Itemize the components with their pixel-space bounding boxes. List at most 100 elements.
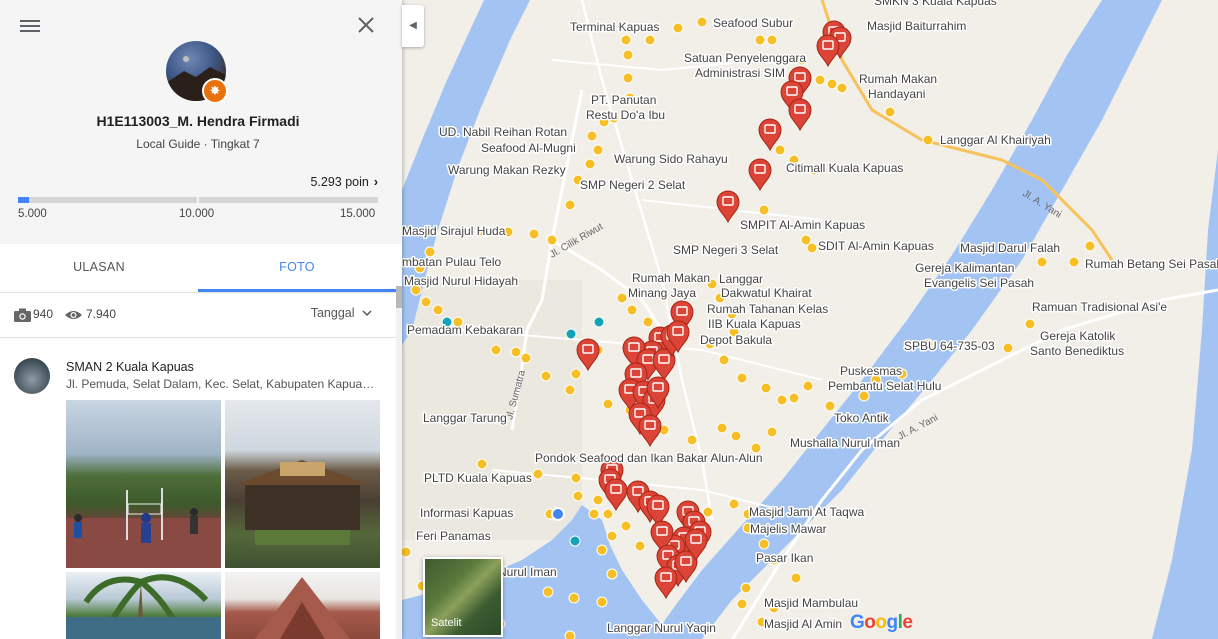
poi-marker[interactable] [1068, 256, 1080, 268]
map-label[interactable]: Informasi Kapuas [419, 505, 515, 522]
poi-marker[interactable] [758, 204, 770, 216]
map-label[interactable]: SMPIT Al-Amin Kapuas [739, 217, 867, 234]
map-label[interactable]: Rumah Makan [858, 71, 939, 88]
map-label[interactable]: Minang Jaya [627, 285, 698, 302]
poi-marker[interactable] [836, 82, 848, 94]
poi-marker[interactable] [736, 372, 748, 384]
map-svg[interactable]: Jl. A. Yani Jl. A. Yani Jl. Cilik Riwut … [402, 0, 1218, 639]
poi-marker[interactable] [592, 494, 604, 506]
poi-marker[interactable] [564, 384, 576, 396]
map-label[interactable]: Masjid Sirajul Huda [402, 223, 507, 240]
sort-dropdown[interactable]: Tanggal [311, 306, 372, 320]
map-label[interactable]: Satuan Penyelenggara [683, 50, 808, 67]
poi-marker[interactable] [620, 520, 632, 532]
poi-marker[interactable] [622, 72, 634, 84]
poi-marker[interactable] [716, 422, 728, 434]
poi-marker[interactable] [790, 572, 802, 584]
points-link[interactable]: 5.293 poin › [310, 175, 378, 189]
map-label[interactable]: Pondok Seafood dan Ikan Bakar Alun-Alun [534, 450, 765, 467]
tab-reviews[interactable]: ULASAN [0, 244, 198, 292]
map-label[interactable]: SMKN 3 Kuala Kapuas [873, 0, 999, 10]
poi-marker[interactable] [490, 344, 502, 356]
poi-marker[interactable] [510, 346, 522, 358]
photo-thumbnail[interactable] [66, 400, 221, 568]
poi-marker[interactable] [922, 134, 934, 146]
poi-marker[interactable] [642, 316, 654, 328]
map-label[interactable]: Toko Antik [833, 410, 892, 427]
map-label[interactable]: Rumah Makan [631, 270, 712, 287]
map-label[interactable]: SMP Negeri 3 Selat [672, 242, 781, 259]
map-label[interactable]: UD. Nabil Reihan Rotan [438, 124, 569, 141]
location-dot-icon[interactable] [551, 507, 565, 521]
poi-marker[interactable] [626, 304, 638, 316]
poi-marker[interactable] [542, 586, 554, 598]
poi-marker[interactable] [616, 292, 628, 304]
poi-marker[interactable] [528, 228, 540, 240]
map-canvas[interactable]: Jl. A. Yani Jl. A. Yani Jl. Cilik Riwut … [402, 0, 1218, 639]
poi-marker[interactable] [766, 426, 778, 438]
poi-marker[interactable] [802, 380, 814, 392]
map-label[interactable]: Ramuan Tradisional Asi'e [1031, 299, 1169, 316]
map-label[interactable]: Nurul Iman [497, 564, 559, 581]
poi-marker[interactable] [602, 508, 614, 520]
poi-marker[interactable] [754, 34, 766, 46]
map-label[interactable]: Puskesmas [839, 363, 904, 380]
map-label[interactable]: Langgar Tarung [422, 410, 509, 427]
poi-marker[interactable] [774, 144, 786, 156]
map-label[interactable]: Handayani [867, 86, 927, 103]
place-name[interactable]: SMAN 2 Kuala Kapuas [66, 360, 194, 374]
poi-marker[interactable] [588, 508, 600, 520]
poi-marker[interactable] [584, 158, 596, 170]
poi-marker[interactable] [432, 304, 444, 316]
map-label[interactable]: PT. Panutan [590, 92, 658, 109]
poi-marker[interactable] [814, 74, 826, 86]
poi-marker[interactable] [596, 544, 608, 556]
poi-marker[interactable] [766, 34, 778, 46]
poi-marker[interactable] [806, 242, 818, 254]
poi-marker[interactable] [1024, 318, 1036, 330]
map-label[interactable]: Seafood Subur [712, 15, 795, 32]
poi-marker[interactable] [758, 538, 770, 550]
poi-marker[interactable] [532, 468, 544, 480]
map-label[interactable]: Santo Benediktus [1029, 343, 1126, 360]
poi-marker[interactable] [740, 582, 752, 594]
place-thumbnail[interactable] [14, 358, 50, 394]
map-label[interactable]: SPBU 64-735-03 [903, 338, 997, 355]
poi-marker[interactable] [1084, 240, 1096, 252]
map-label[interactable]: Langgar Nurul Yaqin [606, 620, 718, 637]
collapse-panel-button[interactable]: ◀ [402, 5, 424, 47]
scrollbar-track[interactable] [396, 292, 402, 639]
poi-marker[interactable] [760, 382, 772, 394]
map-label[interactable]: Masjid Al Amin [763, 616, 844, 633]
poi-marker[interactable] [570, 368, 582, 380]
poi-marker[interactable] [644, 34, 656, 46]
poi-marker[interactable] [546, 234, 558, 246]
menu-icon[interactable] [20, 17, 40, 33]
close-icon[interactable] [356, 15, 376, 35]
poi-marker[interactable] [602, 398, 614, 410]
map-label[interactable]: Gereja Kalimantan [914, 260, 1016, 277]
map-label[interactable]: mbatan Pulau Telo [402, 254, 503, 271]
map-label[interactable]: IIB Kuala Kapuas [707, 316, 803, 333]
map-label[interactable]: SMP Negeri 2 Selat [579, 177, 688, 194]
poi-marker[interactable] [586, 130, 598, 142]
tab-photos[interactable]: FOTO [198, 244, 396, 292]
map-label[interactable]: PLTD Kuala Kapuas [423, 470, 534, 487]
map-label[interactable]: Pembantu Selat Hulu [827, 378, 943, 395]
poi-marker[interactable] [1002, 342, 1014, 354]
map-label[interactable]: Restu Do'a Ibu [585, 107, 667, 124]
map-label[interactable]: Terminal Kapuas [569, 19, 661, 36]
photo-thumbnail[interactable] [66, 572, 221, 639]
map-label[interactable]: Masjid Baiturrahim [866, 18, 968, 35]
map-label[interactable]: Masjid Jami At Taqwa [748, 504, 866, 521]
map-label[interactable]: Masjid Nurul Hidayah [403, 273, 520, 290]
poi-marker[interactable] [596, 596, 608, 608]
map-label[interactable]: Pasar Ikan [755, 550, 815, 567]
map-label[interactable]: Depot Bakula [699, 332, 774, 349]
poi-marker[interactable] [402, 546, 412, 558]
poi-marker[interactable] [476, 458, 488, 470]
poi-marker[interactable] [570, 472, 582, 484]
map-label[interactable]: Seafood Al-Mugni [480, 140, 578, 157]
poi-marker[interactable] [702, 506, 714, 518]
poi-marker[interactable] [728, 498, 740, 510]
